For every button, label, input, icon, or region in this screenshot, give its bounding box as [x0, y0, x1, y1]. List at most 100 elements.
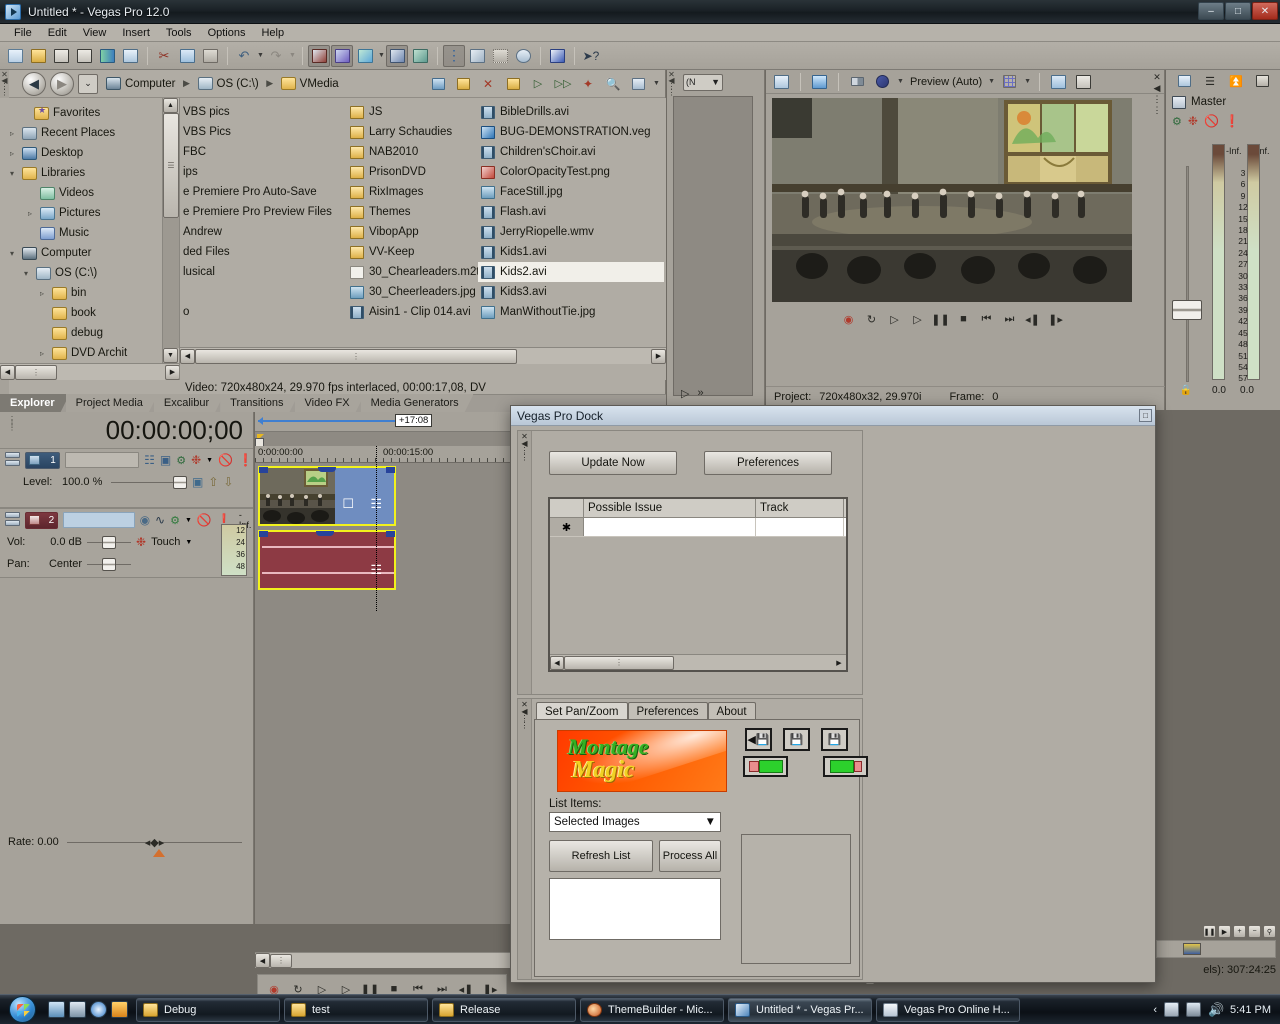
scroll-track[interactable]: [163, 218, 179, 348]
save-snapshot-icon[interactable]: [1072, 71, 1094, 93]
processed-items-list[interactable]: [741, 834, 851, 964]
list-item[interactable]: Kids3.avi: [478, 282, 664, 302]
list-item[interactable]: ded Files: [180, 242, 350, 262]
menu-insert[interactable]: Insert: [114, 26, 158, 40]
status-text-area[interactable]: [549, 878, 721, 940]
tab-media-generators[interactable]: Media Generators: [361, 394, 474, 412]
breadcrumb-item-vmedia[interactable]: VMedia: [300, 78, 339, 90]
list-item[interactable]: Larry Schaudies: [347, 122, 487, 142]
event-pan-crop-icon[interactable]: ☐: [342, 496, 354, 512]
compositing-child-icon[interactable]: ▣: [160, 453, 171, 467]
tab-preferences[interactable]: Preferences: [627, 702, 708, 720]
list-item[interactable]: VBS pics: [180, 102, 350, 122]
compositing-mode-icon[interactable]: ☷: [144, 453, 155, 467]
scroll-left-button[interactable]: ◀: [255, 953, 270, 968]
montage-pane-grip[interactable]: ✕ ◀ ⋮ ⋮: [518, 699, 532, 979]
lock-envelopes-icon[interactable]: [409, 45, 431, 67]
fx-icon[interactable]: ⚙: [170, 514, 180, 527]
list-item[interactable]: Themes: [347, 202, 487, 222]
record-arm-icon[interactable]: ◉: [140, 513, 150, 527]
clock[interactable]: 5:41 PM: [1230, 1004, 1271, 1016]
list-items-combo[interactable]: Selected Images ▼: [549, 812, 721, 832]
refresh-list-button[interactable]: Refresh List: [549, 840, 653, 872]
list-item[interactable]: ColorOpacityTest.png: [478, 162, 664, 182]
event-fade-out-handle[interactable]: [386, 531, 395, 537]
project-video-properties-icon[interactable]: [770, 71, 792, 93]
list-item[interactable]: Aisin1 - Clip 014.avi: [347, 302, 487, 322]
list-item-selected[interactable]: Kids2.avi: [478, 262, 664, 282]
update-now-button[interactable]: Update Now: [549, 451, 677, 475]
external-monitor-icon[interactable]: [808, 71, 830, 93]
list-item[interactable]: o: [180, 302, 350, 322]
play-icon[interactable]: ▶: [1218, 925, 1231, 938]
mixer-properties-icon[interactable]: [1173, 70, 1195, 92]
show-desktop-icon[interactable]: [48, 1001, 65, 1018]
new-project-icon[interactable]: [4, 45, 26, 67]
auto-ripple-icon[interactable]: [331, 44, 353, 67]
track-name-field[interactable]: [64, 452, 140, 468]
internet-explorer-icon[interactable]: [90, 1001, 107, 1018]
tab-project-media[interactable]: Project Media: [66, 394, 158, 412]
list-item[interactable]: Kids1.avi: [478, 242, 664, 262]
automation-settings-icon[interactable]: [354, 45, 376, 67]
tree-item-videos[interactable]: Videos: [6, 183, 179, 203]
list-item[interactable]: ips: [180, 162, 350, 182]
overlays-dropdown-icon[interactable]: ▼: [1023, 71, 1032, 93]
more-options-icon[interactable]: »: [697, 387, 703, 399]
tree-item-computer[interactable]: ▾ Computer: [6, 243, 179, 263]
track-minimize-icon[interactable]: [5, 511, 20, 529]
dock-close-button[interactable]: □: [1139, 409, 1152, 422]
preview-quality-icon[interactable]: [871, 71, 893, 93]
recent-locations-dropdown-icon[interactable]: ⌄: [78, 73, 98, 94]
taskbar-button-test[interactable]: test: [284, 997, 428, 1022]
scroll-down-button[interactable]: ▼: [163, 348, 178, 363]
list-item[interactable]: FBC: [180, 142, 350, 162]
copy-icon[interactable]: [176, 45, 198, 67]
list-item[interactable]: 30_Cheerleaders.jpg: [347, 282, 487, 302]
tree-item-desktop[interactable]: ▹ Desktop: [6, 143, 179, 163]
action-center-icon[interactable]: [1164, 1002, 1180, 1017]
automation-settings-icon[interactable]: ❉: [191, 453, 201, 467]
play-icon[interactable]: ▷: [681, 387, 689, 400]
save-as-icon[interactable]: 💾: [821, 728, 848, 751]
taskbar-button-release[interactable]: Release: [432, 997, 576, 1022]
master-fader-track[interactable]: [1186, 166, 1189, 382]
pause-icon[interactable]: ❚❚: [931, 312, 949, 327]
automation-mode-label[interactable]: Touch: [151, 536, 180, 548]
tree-item-debug[interactable]: debug: [6, 323, 179, 343]
tree-twisty[interactable]: ▾: [6, 249, 18, 258]
load-previous-icon[interactable]: ◀💾: [745, 728, 772, 751]
undo-dropdown-icon[interactable]: ▼: [256, 45, 265, 67]
volume-slider[interactable]: [87, 535, 131, 549]
scroll-thumb-h[interactable]: ⋮: [15, 364, 57, 380]
timeline-zoom-strip[interactable]: [1156, 940, 1276, 958]
scroll-right-button[interactable]: ▶: [651, 348, 666, 364]
tray-expand-icon[interactable]: ‹: [1153, 1004, 1157, 1016]
start-preview-icon[interactable]: ▷: [527, 73, 549, 95]
possible-issues-grid[interactable]: Possible Issue Track ✱ ◀ ⋮ ▶: [548, 497, 848, 672]
scroll-up-button[interactable]: ▲: [163, 98, 178, 113]
rate-slider-knob[interactable]: ◂◆▸: [145, 836, 165, 849]
list-item[interactable]: Children'sChoir.avi: [478, 142, 664, 162]
timeline-timecode[interactable]: 00:00:00;00: [0, 412, 253, 448]
menu-options[interactable]: Options: [200, 26, 254, 40]
insert-fx-icon[interactable]: ☰: [1199, 70, 1221, 92]
record-icon[interactable]: ◉: [840, 312, 857, 327]
overlays-grid-icon[interactable]: [998, 71, 1020, 93]
tab-about[interactable]: About: [707, 702, 756, 720]
preferences-button[interactable]: Preferences: [704, 451, 832, 475]
scroll-right-button[interactable]: ▶: [165, 364, 179, 380]
next-frame-icon[interactable]: ❚▸: [1047, 312, 1064, 327]
views-icon[interactable]: [627, 73, 649, 95]
new-folder-icon[interactable]: [452, 73, 474, 95]
stop-icon[interactable]: ■: [955, 312, 972, 327]
column-header-possible-issue[interactable]: Possible Issue: [584, 499, 756, 517]
automation-dropdown-icon[interactable]: ▼: [377, 45, 386, 67]
menu-edit[interactable]: Edit: [40, 26, 75, 40]
open-project-icon[interactable]: [743, 756, 788, 777]
tree-horizontal-scrollbar[interactable]: ◀ ⋮ ▶: [0, 363, 179, 380]
apply-to-selected-icon[interactable]: [823, 756, 868, 777]
list-item[interactable]: VV-Keep: [347, 242, 487, 262]
scroll-left-button[interactable]: ◀: [550, 655, 564, 670]
tree-twisty[interactable]: ▹: [6, 149, 18, 158]
